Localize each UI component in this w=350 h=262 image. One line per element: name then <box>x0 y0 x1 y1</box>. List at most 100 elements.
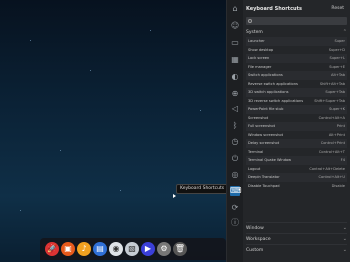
sound-icon[interactable]: ◁ <box>230 104 240 114</box>
settings-icon[interactable]: ⚙ <box>157 242 171 256</box>
search-icon <box>248 19 252 23</box>
shortcut-name: File manager <box>248 64 272 69</box>
shortcut-row[interactable]: Switch applications Alt+Tab <box>246 71 347 80</box>
mouse-icon[interactable]: ◎ <box>230 170 240 180</box>
tooltip-keyboard-shortcuts: Keyboard Shortcuts <box>176 184 229 194</box>
shortcut-name: Deepin Translator <box>248 175 280 180</box>
shortcut-key[interactable]: Print <box>337 124 345 128</box>
network-icon[interactable]: ⊕ <box>230 89 240 99</box>
shortcut-key[interactable]: Super+Tab <box>325 90 345 94</box>
chevron-up-icon: ⌃ <box>342 29 347 35</box>
shortcut-name: Screenshot <box>248 115 269 120</box>
section-system[interactable]: System ⌃ <box>246 28 347 36</box>
shortcut-row[interactable]: 3D switch applications Super+Tab <box>246 88 347 97</box>
shortcut-row[interactable]: PowerPoint file stub Super+K <box>246 105 347 114</box>
section-custom[interactable]: Custom ⌄ <box>246 244 347 255</box>
shortcut-key[interactable]: Control+Alt+Delete <box>309 167 345 171</box>
chevron-down-icon: ⌄ <box>342 225 347 231</box>
account-icon[interactable]: ☺ <box>230 21 240 31</box>
shortcut-row[interactable]: Window screenshot Alt+Print <box>246 131 347 140</box>
image-viewer-icon[interactable]: ▧ <box>125 242 139 256</box>
power-icon[interactable]: ⏻ <box>230 154 240 164</box>
collapsed-sections: Window ⌄ Workspace ⌄ Custom ⌄ <box>246 222 347 255</box>
files-icon[interactable]: ▤ <box>93 242 107 256</box>
shortcut-name: Terminal Quake Window <box>248 158 292 163</box>
shortcut-name: 3D reverse switch applications <box>248 98 304 103</box>
shortcut-key[interactable]: Super+E <box>329 65 345 69</box>
shortcut-name: Full screenshot <box>248 124 275 129</box>
shortcut-name: Switch applications <box>248 73 283 78</box>
section-window[interactable]: Window ⌄ <box>246 222 347 233</box>
shortcut-key[interactable]: Control+Alt+T <box>319 150 345 154</box>
update-icon[interactable]: ⟳ <box>230 203 240 213</box>
settings-panel: Keyboard Shortcuts Reset System ⌃ Launch… <box>243 0 350 262</box>
shortcut-key[interactable]: Alt+Tab <box>331 73 345 77</box>
shortcut-key[interactable]: Alt+Print <box>329 133 345 137</box>
personalization-icon[interactable]: ◐ <box>230 72 240 82</box>
section-workspace[interactable]: Workspace ⌄ <box>246 233 347 244</box>
display-icon[interactable]: ▭ <box>230 38 240 48</box>
chevron-down-icon: ⌄ <box>342 247 347 253</box>
shortcut-key[interactable]: Super <box>334 39 345 43</box>
shortcut-key[interactable]: Control+Print <box>321 141 345 145</box>
section-label: Window <box>246 225 264 231</box>
search-box[interactable] <box>246 17 347 25</box>
shortcut-name: Lock screen <box>248 56 270 61</box>
shortcut-list: Launcher Super Show desktop Super+D Lock s… <box>246 37 347 190</box>
shortcut-key[interactable]: Disable <box>332 184 345 188</box>
chevron-down-icon: ⌄ <box>342 236 347 242</box>
shortcut-row[interactable]: Deepin Translator Control+Alt+U <box>246 173 347 182</box>
shortcut-key[interactable]: Control+Alt+U <box>318 175 345 179</box>
system-info-icon[interactable]: ⓘ <box>230 218 240 228</box>
shortcut-name: 3D switch applications <box>248 90 289 95</box>
shortcut-name: Logout <box>248 166 261 171</box>
shortcut-row[interactable]: Launcher Super <box>246 37 347 46</box>
bluetooth-icon[interactable]: ᛒ <box>230 121 240 131</box>
settings-category-bar: ⌂ ☺ ▭ ▦ ◐ ⊕ ◁ ᛒ ◷ ⏻ ◎ ⌨ ⟳ ⓘ <box>226 0 243 262</box>
shortcut-row[interactable]: Reverse switch applications Shift+Alt+Tab <box>246 80 347 89</box>
desktop <box>0 0 226 262</box>
shortcut-key[interactable]: Super+L <box>329 56 345 60</box>
shortcut-name: Terminal <box>248 149 264 154</box>
shortcut-name: Reverse switch applications <box>248 81 298 86</box>
shortcut-name: PowerPoint file stub <box>248 107 284 112</box>
video-icon[interactable]: ▶ <box>141 242 155 256</box>
shortcut-key[interactable]: F4 <box>341 158 345 162</box>
shortcut-name: Disable Touchpad <box>248 183 280 188</box>
shortcut-key[interactable]: Super+D <box>329 48 345 52</box>
shortcut-name: Window screenshot <box>248 132 284 137</box>
shortcut-row[interactable]: Lock screen Super+L <box>246 54 347 63</box>
dock: 🚀 ▣ ♪ ▤ ◉ ▧ ▶ ⚙ 🗑 <box>40 238 226 260</box>
panel-header: Keyboard Shortcuts Reset <box>246 0 347 17</box>
shortcut-row[interactable]: Full screenshot Print <box>246 122 347 131</box>
shortcut-key[interactable]: Control+Alt+A <box>319 116 345 120</box>
shortcut-row[interactable]: Terminal Control+Alt+T <box>246 148 347 157</box>
shortcut-row[interactable]: File manager Super+E <box>246 63 347 72</box>
panel-title: Keyboard Shortcuts <box>246 5 302 12</box>
home-icon[interactable]: ⌂ <box>230 4 240 14</box>
trash-icon[interactable]: 🗑 <box>173 242 187 256</box>
shortcut-key[interactable]: Super+K <box>329 107 345 111</box>
section-label: Workspace <box>246 236 271 242</box>
shortcut-name: Delay screenshot <box>248 141 280 146</box>
time-icon[interactable]: ◷ <box>230 137 240 147</box>
shortcut-row[interactable]: Disable Touchpad Disable <box>246 182 347 191</box>
keyboard-icon[interactable]: ⌨ <box>230 186 242 196</box>
music-icon[interactable]: ♪ <box>77 242 91 256</box>
reset-button[interactable]: Reset <box>328 5 347 12</box>
shortcut-row[interactable]: Screenshot Control+Alt+A <box>246 114 347 123</box>
shortcut-row[interactable]: Logout Control+Alt+Delete <box>246 165 347 174</box>
chrome-icon[interactable]: ◉ <box>109 242 123 256</box>
shortcut-row[interactable]: 3D reverse switch applications Shift+Supe… <box>246 97 347 106</box>
section-label: Custom <box>246 247 264 253</box>
shortcut-row[interactable]: Terminal Quake Window F4 <box>246 156 347 165</box>
app-store-icon[interactable]: ▣ <box>61 242 75 256</box>
shortcut-row[interactable]: Show desktop Super+D <box>246 46 347 55</box>
shortcut-key[interactable]: Shift+Alt+Tab <box>320 82 345 86</box>
shortcut-key[interactable]: Shift+Super+Tab <box>314 99 345 103</box>
launcher-icon[interactable]: 🚀 <box>45 242 59 256</box>
shortcut-row[interactable]: Delay screenshot Control+Print <box>246 139 347 148</box>
section-label: System <box>246 29 263 35</box>
default-apps-icon[interactable]: ▦ <box>230 55 240 65</box>
search-input[interactable] <box>254 18 334 24</box>
